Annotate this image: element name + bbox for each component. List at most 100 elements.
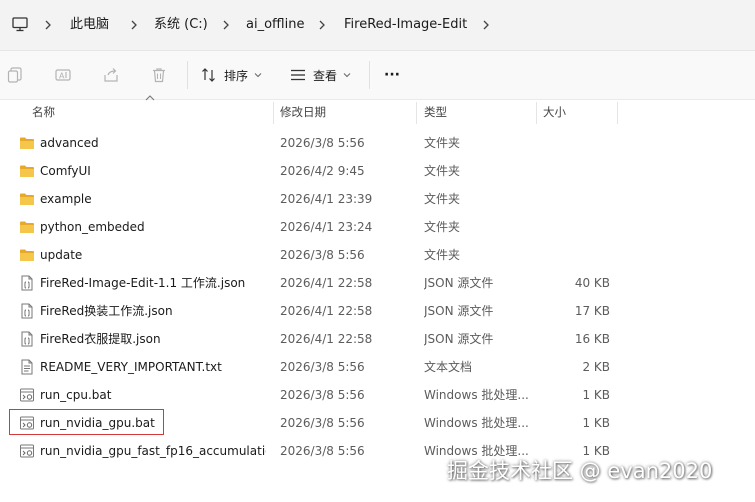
file-row[interactable]: advanced 2026/3/8 5:56 文件夹 — [0, 129, 755, 157]
breadcrumb-item-firered-image-edit[interactable]: FireRed-Image-Edit — [344, 16, 467, 34]
file-modified: 2026/4/1 23:24 — [280, 220, 373, 234]
more-icon: ··· — [384, 67, 400, 83]
file-name: FireRed-Image-Edit-1.1 工作流.json — [40, 276, 246, 290]
file-modified: 2026/4/1 22:58 — [280, 304, 373, 318]
file-row[interactable]: run_cpu.bat 2026/3/8 5:56 Windows 批处理...… — [0, 381, 755, 409]
file-type: JSON 源文件 — [424, 304, 494, 318]
folder-icon — [20, 193, 34, 205]
column-header-row: 名称 修改日期 类型 大小 — [0, 100, 755, 124]
toolbar-divider — [187, 61, 188, 89]
chevron-down-icon — [254, 73, 262, 78]
file-row[interactable]: FireRed-Image-Edit-1.1 工作流.json 2026/4/1… — [0, 269, 755, 297]
view-button[interactable]: 查看 — [289, 63, 352, 87]
file-name: run_cpu.bat — [40, 388, 112, 402]
file-name: FireRed换装工作流.json — [40, 304, 173, 318]
file-size — [540, 129, 610, 157]
file-name: update — [40, 248, 83, 262]
chevron-right-icon[interactable] — [40, 17, 56, 33]
column-header-size[interactable]: 大小 — [543, 100, 566, 124]
batch-file-icon — [20, 444, 34, 458]
file-modified: 2026/3/8 5:56 — [280, 136, 365, 150]
more-options-button[interactable]: ··· — [384, 63, 400, 87]
folder-icon — [20, 137, 34, 149]
file-modified: 2026/4/1 22:58 — [280, 276, 373, 290]
file-name: run_nvidia_gpu_fast_fp16_accumulatio... — [40, 444, 266, 458]
file-size — [540, 213, 610, 241]
sort-button[interactable]: 排序 — [200, 63, 263, 87]
file-modified: 2026/3/8 5:56 — [280, 416, 365, 430]
column-header-modified[interactable]: 修改日期 — [280, 100, 326, 124]
file-type: 文本文档 — [424, 360, 473, 374]
file-size: 2 KB — [582, 360, 610, 374]
chevron-right-icon[interactable] — [314, 17, 330, 33]
file-row[interactable]: README_VERY_IMPORTANT.txt 2026/3/8 5:56 … — [0, 353, 755, 381]
share-button[interactable] — [102, 63, 120, 87]
file-row[interactable]: example 2026/4/1 23:39 文件夹 — [0, 185, 755, 213]
file-type: Windows 批处理... — [424, 416, 528, 430]
column-divider[interactable] — [536, 102, 537, 124]
file-size: 1 KB — [582, 388, 610, 402]
file-size — [540, 241, 610, 269]
chevron-right-icon[interactable] — [126, 17, 142, 33]
file-size: 40 KB — [574, 276, 610, 290]
file-row[interactable]: FireRed换装工作流.json 2026/4/1 22:58 JSON 源文… — [0, 297, 755, 325]
highlight-annotation — [9, 409, 164, 435]
rename-button[interactable]: A — [54, 63, 72, 87]
json-file-icon — [21, 275, 33, 291]
share-icon — [104, 68, 118, 82]
rename-icon: A — [55, 69, 71, 81]
file-modified: 2026/3/8 5:56 — [280, 360, 365, 374]
file-name: example — [40, 192, 92, 206]
folder-icon — [20, 165, 34, 177]
file-type: 文件夹 — [424, 164, 461, 178]
computer-icon[interactable] — [11, 15, 29, 33]
delete-button[interactable] — [150, 63, 168, 87]
view-icon — [291, 69, 305, 81]
file-type: JSON 源文件 — [424, 332, 494, 346]
file-row[interactable]: ComfyUI 2026/4/2 9:45 文件夹 — [0, 157, 755, 185]
file-name: ComfyUI — [40, 164, 91, 178]
toolbar-divider — [369, 61, 370, 89]
column-header-name[interactable]: 名称 — [32, 100, 55, 124]
file-row[interactable]: python_embeded 2026/4/1 23:24 文件夹 — [0, 213, 755, 241]
breadcrumb-item-drive-c[interactable]: 系统 (C:) — [154, 16, 208, 34]
chevron-down-icon — [343, 73, 351, 78]
file-modified: 2026/3/8 5:56 — [280, 444, 365, 458]
breadcrumb-item-ai-offline[interactable]: ai_offline — [246, 16, 304, 34]
file-modified: 2026/4/1 22:58 — [280, 332, 373, 346]
file-type: JSON 源文件 — [424, 276, 494, 290]
file-modified: 2026/4/2 9:45 — [280, 164, 365, 178]
copy-icon — [7, 67, 22, 83]
file-size — [540, 185, 610, 213]
file-size — [540, 157, 610, 185]
file-name: README_VERY_IMPORTANT.txt — [40, 360, 222, 374]
folder-icon — [20, 221, 34, 233]
view-label: 查看 — [313, 68, 338, 83]
chevron-right-icon[interactable] — [218, 17, 234, 33]
column-header-type[interactable]: 类型 — [424, 100, 447, 124]
json-file-icon — [21, 331, 33, 347]
column-divider[interactable] — [617, 102, 618, 124]
file-name: FireRed衣服提取.json — [40, 332, 161, 346]
file-size: 17 KB — [574, 304, 610, 318]
column-divider[interactable] — [416, 102, 417, 124]
chevron-right-icon[interactable] — [478, 17, 494, 33]
file-row[interactable]: update 2026/3/8 5:56 文件夹 — [0, 241, 755, 269]
batch-file-icon — [20, 388, 34, 402]
file-modified: 2026/3/8 5:56 — [280, 388, 365, 402]
file-type: Windows 批处理... — [424, 388, 528, 402]
address-bar: 此电脑 系统 (C:) ai_offline FireRed-Image-Edi… — [0, 0, 755, 51]
file-size: 1 KB — [582, 416, 610, 430]
copy-button[interactable] — [6, 63, 24, 87]
file-type: 文件夹 — [424, 136, 461, 150]
sort-label: 排序 — [224, 68, 249, 83]
file-size: 16 KB — [574, 332, 610, 346]
column-divider[interactable] — [273, 102, 274, 124]
file-type: 文件夹 — [424, 248, 461, 262]
trash-icon — [153, 68, 165, 83]
text-file-icon — [21, 359, 33, 375]
file-name: advanced — [40, 136, 99, 150]
breadcrumb-item-this-pc[interactable]: 此电脑 — [70, 16, 109, 34]
file-modified: 2026/3/8 5:56 — [280, 248, 365, 262]
file-row[interactable]: FireRed衣服提取.json 2026/4/1 22:58 JSON 源文件… — [0, 325, 755, 353]
